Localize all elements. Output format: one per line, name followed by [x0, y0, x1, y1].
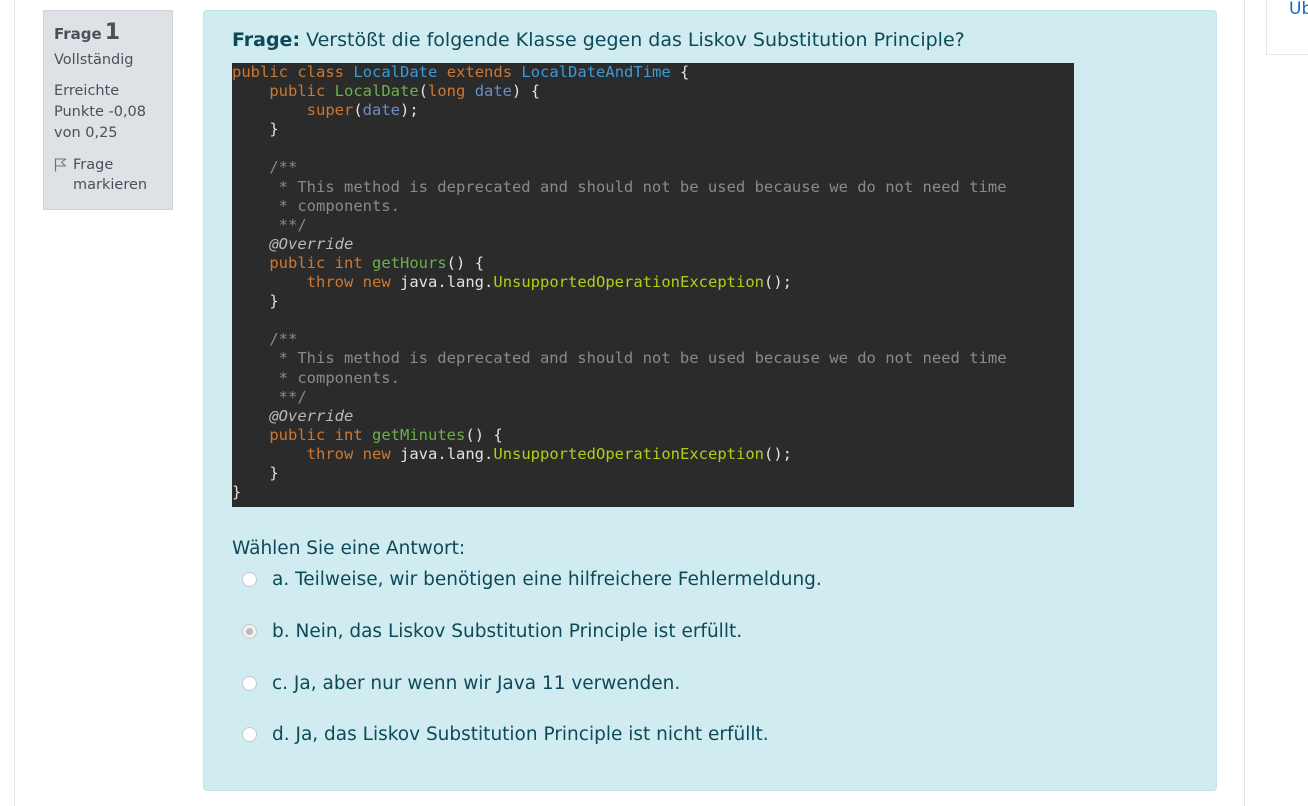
code-line: * components. — [232, 196, 400, 215]
answer-option-c[interactable]: c. Ja, aber nur wenn wir Java 11 verwend… — [242, 673, 680, 694]
code-line: **/ — [232, 215, 307, 234]
code-line: } — [269, 463, 279, 482]
code-line: public LocalDate(long date) { — [269, 82, 541, 101]
grade-line-1: Erreichte — [54, 83, 120, 99]
code-pre: public class LocalDate extends LocalDate… — [232, 63, 1074, 502]
code-line: } — [269, 292, 279, 311]
question-info-box: Frage 1 Vollständig Erreichte Punkte -0,0… — [43, 10, 173, 210]
page-left-border — [14, 0, 15, 806]
code-line: public int getMinutes() { — [269, 425, 503, 444]
code-line: } — [232, 483, 242, 502]
code-line: @Override — [232, 406, 354, 425]
answer-radio-a[interactable] — [242, 572, 257, 587]
question-state: Vollständig — [54, 52, 134, 68]
answer-radio-b[interactable] — [242, 624, 257, 639]
question-text-body: Verstößt die folgende Klasse gegen das L… — [306, 29, 965, 51]
answer-option-b[interactable]: b. Nein, das Liskov Substitution Princip… — [242, 621, 742, 642]
code-line: /** — [232, 330, 298, 349]
code-line: throw new java.lang.UnsupportedOperation… — [306, 273, 793, 292]
question-number-label: Frage — [54, 25, 102, 43]
page-right-border — [1244, 0, 1245, 806]
code-line: public int getHours() { — [269, 253, 485, 272]
question-grade: Erreichte Punkte -0,08 von 0,25 — [54, 81, 162, 144]
flag-label-line-2: markieren — [73, 177, 148, 193]
answer-label-d: d. Ja, das Liskov Substitution Principle… — [272, 724, 769, 745]
code-line: /** — [232, 158, 298, 177]
answer-label-b: b. Nein, das Liskov Substitution Princip… — [272, 621, 743, 642]
code-line: @Override — [232, 234, 354, 253]
grade-line-2: Punkte -0,08 — [54, 104, 146, 120]
flag-question-button[interactable]: Frage markieren — [54, 155, 162, 195]
code-block: public class LocalDate extends LocalDate… — [232, 63, 1074, 507]
code-line: * components. — [232, 368, 400, 387]
code-line: * This method is deprecated and should n… — [232, 349, 1007, 368]
answer-label-a: a. Teilweise, wir benötigen eine hilfrei… — [272, 569, 822, 590]
question-content-box: Frage: Verstößt die folgende Klasse gege… — [203, 10, 1217, 791]
question-number: Frage 1 — [54, 21, 162, 46]
answer-prompt: Wählen Sie eine Antwort: — [232, 538, 466, 559]
answer-radio-c[interactable] — [242, 676, 257, 691]
question-text: Frage: Verstößt die folgende Klasse gege… — [232, 29, 965, 51]
question-number-value: 1 — [104, 20, 121, 45]
flag-label-line-1: Frage — [73, 157, 114, 173]
code-line: public class LocalDate extends LocalDate… — [232, 63, 690, 81]
question-text-label: Frage: — [232, 29, 301, 51]
code-line: super(date); — [306, 101, 419, 120]
answer-radio-d[interactable] — [242, 727, 257, 742]
code-line: } — [269, 120, 279, 139]
answer-label-c: c. Ja, aber nur wenn wir Java 11 verwend… — [272, 673, 681, 694]
grade-line-3: von 0,25 — [54, 125, 118, 141]
code-line: throw new java.lang.UnsupportedOperation… — [306, 444, 793, 463]
flag-outline-icon — [54, 158, 67, 172]
answer-option-a[interactable]: a. Teilweise, wir benötigen eine hilfrei… — [242, 569, 822, 590]
code-line: * This method is deprecated and should n… — [232, 177, 1007, 196]
side-navigation-link[interactable]: Üb — [1289, 0, 1308, 19]
code-line: **/ — [232, 387, 307, 406]
answer-option-d[interactable]: d. Ja, das Liskov Substitution Principle… — [242, 724, 769, 745]
